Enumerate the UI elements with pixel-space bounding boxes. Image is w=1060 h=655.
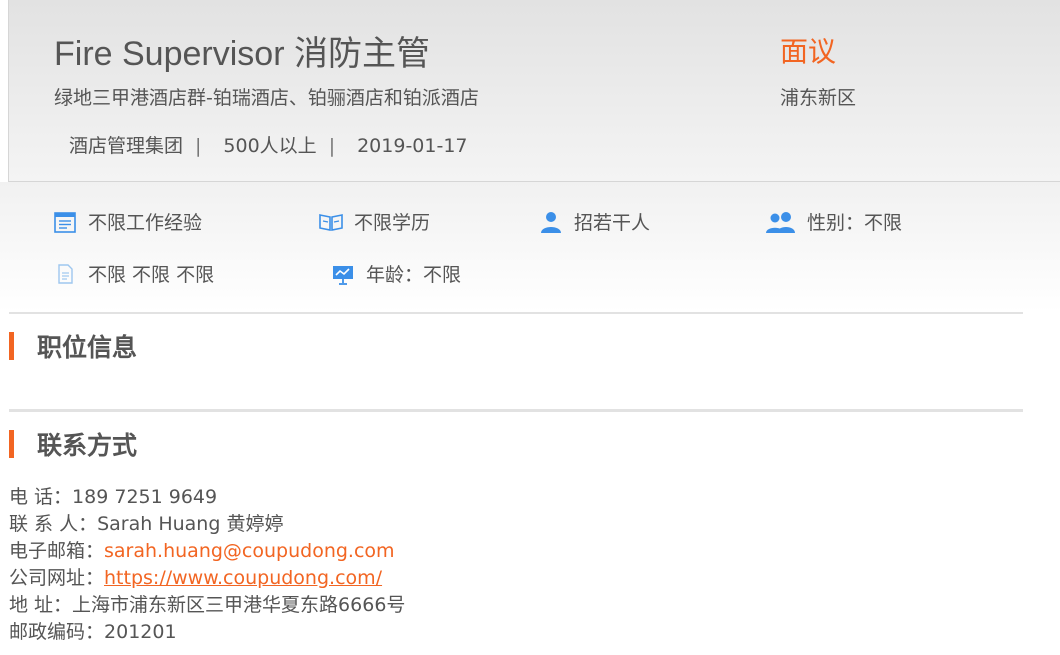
section-heading-position-info: 职位信息 [9, 331, 138, 362]
contact-postcode-value: 201201 [104, 621, 177, 643]
requirement-age-text: 年龄：不限 [366, 264, 462, 286]
contact-website-label: 公司网址： [9, 567, 105, 589]
requirement-language-text: 不限 不限 不限 [88, 264, 215, 286]
presentation-icon [330, 261, 356, 287]
section-divider [9, 312, 1023, 314]
meta-separator: | [328, 135, 336, 157]
contact-email-label: 电子邮箱： [9, 540, 105, 562]
contact-website: 公司网址：https://www.coupudong.com/ [9, 565, 405, 592]
contact-email-link[interactable]: sarah.huang@coupudong.com [104, 540, 395, 562]
requirement-education: 不限学历 [318, 208, 430, 235]
salary: 面议 [780, 35, 837, 68]
section-heading-contact: 联系方式 [9, 429, 138, 460]
section-title: 职位信息 [37, 333, 138, 362]
requirement-experience: 不限工作经验 [52, 208, 202, 235]
requirement-experience-text: 不限工作经验 [88, 212, 203, 234]
contact-phone-label: 电 话： [9, 486, 73, 508]
contact-list: 电 话：189 7251 9649 联 系 人：Sarah Huang 黄婷婷 … [9, 484, 405, 646]
company-meta: 酒店管理集团 | 500人以上 | 2019-01-17 [69, 131, 468, 158]
contact-address-label: 地 址： [9, 594, 73, 616]
contact-address-value: 上海市浦东新区三甲港华夏东路6666号 [72, 594, 406, 616]
heading-accent-bar [9, 332, 14, 360]
contact-person: 联 系 人：Sarah Huang 黄婷婷 [9, 511, 405, 538]
contact-email: 电子邮箱：sarah.huang@coupudong.com [9, 538, 405, 565]
requirement-headcount-text: 招若干人 [574, 212, 651, 234]
job-title: Fire Supervisor 消防主管 [54, 35, 430, 73]
section-divider [9, 409, 1023, 412]
job-requirements: 不限工作经验 不限学历 招若干人 性别：不限 不限 不限 不限 年龄：不限 [0, 182, 1060, 312]
contact-phone-value: 189 7251 9649 [72, 486, 218, 508]
calendar-icon [52, 209, 78, 235]
job-detail-page: Fire Supervisor 消防主管 绿地三甲港酒店群-铂瑞酒店、铂骊酒店和… [0, 0, 1060, 655]
company-name[interactable]: 绿地三甲港酒店群-铂瑞酒店、铂骊酒店和铂派酒店 [54, 83, 479, 110]
contact-person-label: 联 系 人： [9, 513, 98, 535]
requirement-headcount: 招若干人 [538, 208, 650, 235]
job-location: 浦东新区 [780, 87, 857, 109]
meta-separator: | [195, 135, 202, 157]
contact-person-value: Sarah Huang 黄婷婷 [97, 513, 284, 535]
requirement-gender-text: 性别：不限 [807, 212, 903, 234]
contact-website-link[interactable]: https://www.coupudong.com/ [104, 567, 382, 589]
publish-date: 2019-01-17 [357, 135, 468, 157]
company-industry: 酒店管理集团 [69, 135, 184, 157]
heading-accent-bar [9, 430, 14, 458]
requirement-education-text: 不限学历 [354, 212, 431, 234]
requirement-gender: 性别：不限 [765, 208, 902, 235]
job-header: Fire Supervisor 消防主管 绿地三甲港酒店群-铂瑞酒店、铂骊酒店和… [8, 0, 1060, 182]
book-icon [318, 209, 344, 235]
person-icon [538, 209, 564, 235]
people-icon [765, 209, 797, 235]
contact-address: 地 址：上海市浦东新区三甲港华夏东路6666号 [9, 592, 405, 619]
contact-phone: 电 话：189 7251 9649 [9, 484, 405, 511]
requirement-language: 不限 不限 不限 [52, 260, 214, 287]
section-title: 联系方式 [37, 431, 138, 460]
company-size: 500人以上 [223, 135, 317, 157]
contact-postcode: 邮政编码：201201 [9, 619, 405, 646]
document-icon [52, 261, 78, 287]
contact-postcode-label: 邮政编码： [9, 621, 105, 643]
requirement-age: 年龄：不限 [330, 260, 461, 287]
